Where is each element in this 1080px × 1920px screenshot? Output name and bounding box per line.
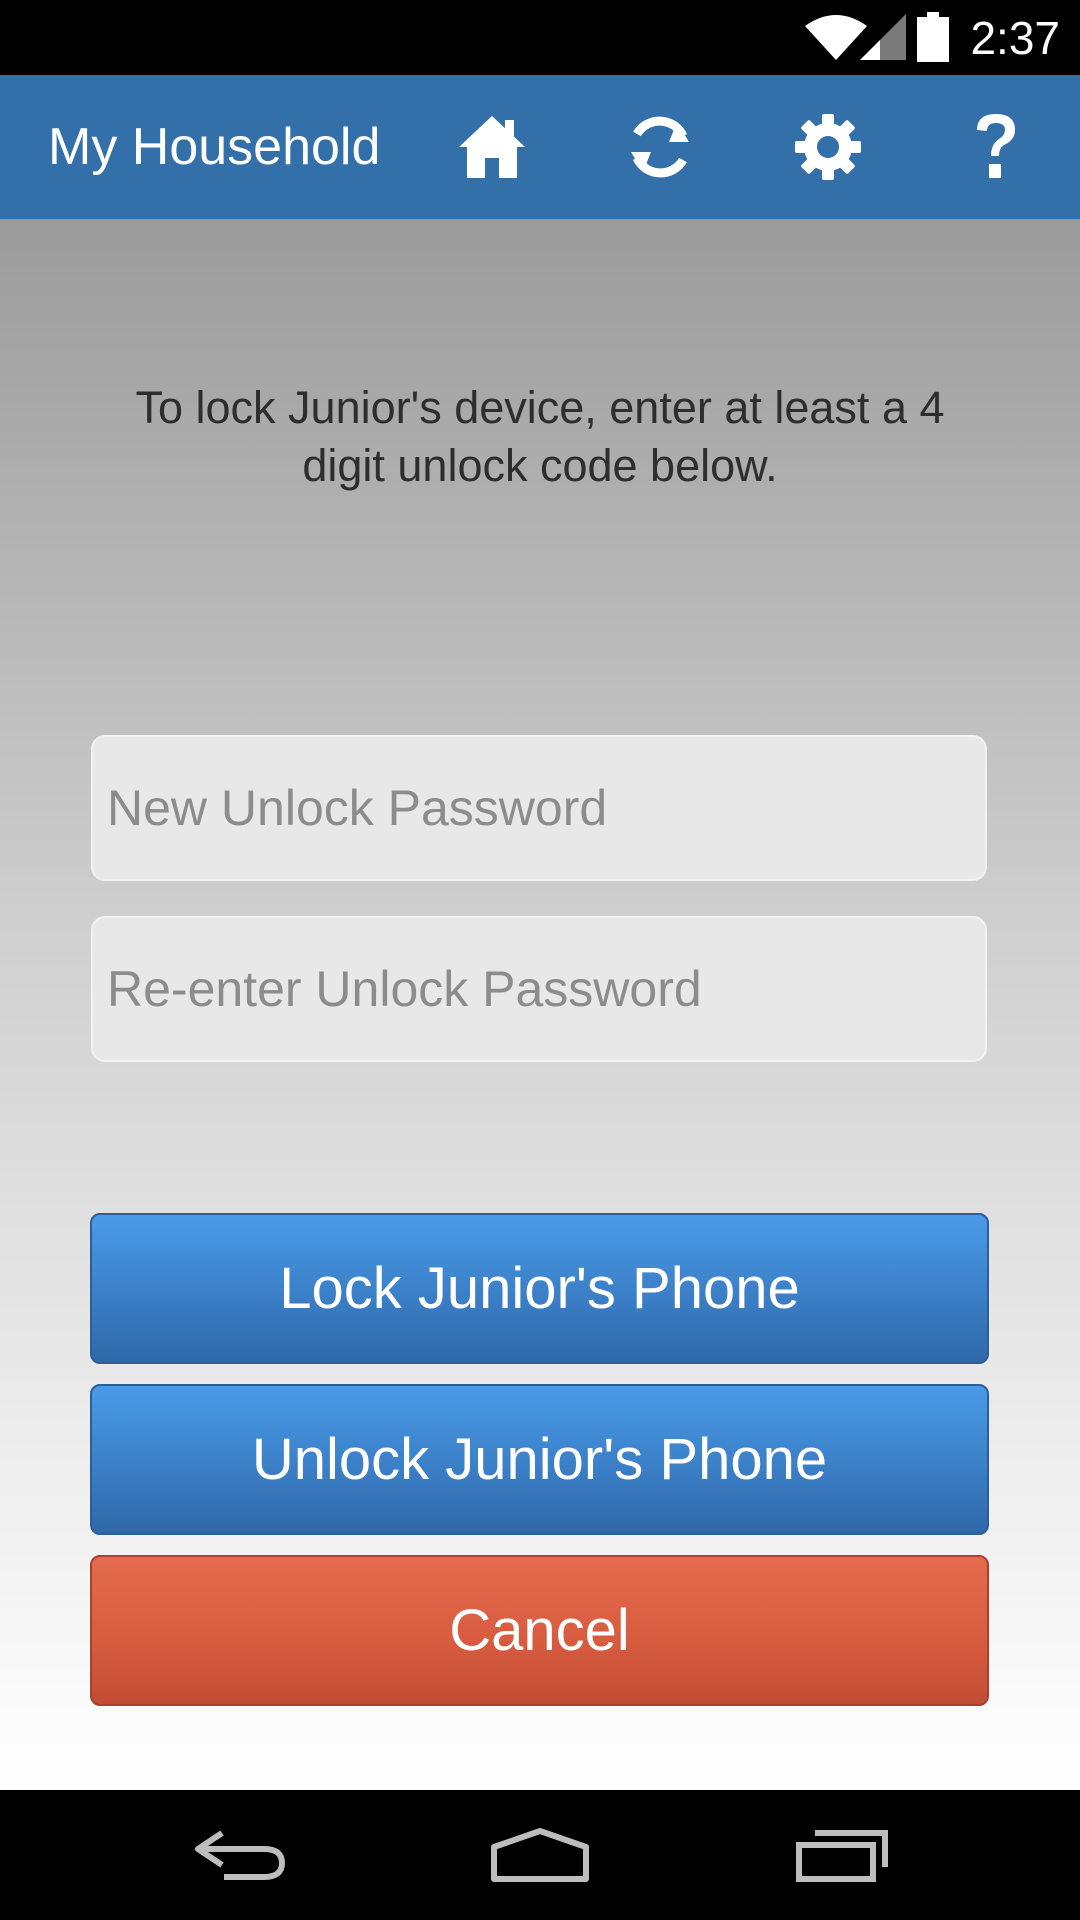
battery-icon [917,12,949,62]
back-button[interactable] [180,1815,300,1895]
recents-icon [796,1830,888,1882]
unlock-phone-label: Unlock Junior's Phone [251,1427,828,1492]
app-title: My Household [48,118,381,176]
signal-icon [860,14,906,60]
instruction-text: To lock Junior's device, enter at least … [135,382,945,491]
reenter-password-field[interactable] [91,916,987,1062]
unlock-phone-button[interactable]: Unlock Junior's Phone [90,1384,989,1535]
settings-button[interactable] [793,112,863,182]
home-icon [459,116,525,178]
lock-phone-label: Lock Junior's Phone [279,1256,800,1321]
refresh-button[interactable] [625,112,695,182]
help-icon [977,114,1015,178]
cancel-button[interactable]: Cancel [90,1555,989,1706]
lock-device-panel: To lock Junior's device, enter at least … [0,219,1080,1790]
recents-button[interactable] [783,1815,903,1895]
help-button[interactable] [961,112,1031,182]
wifi-icon [805,15,867,60]
gear-icon [795,114,861,180]
status-bar: 2:37 [0,0,1080,75]
back-icon [195,1830,286,1880]
home-nav-button[interactable] [480,1815,600,1895]
home-nav-icon [491,1828,589,1882]
system-nav-bar [0,1790,1080,1920]
new-password-field[interactable] [91,735,987,881]
lock-phone-button[interactable]: Lock Junior's Phone [90,1213,989,1364]
app-bar: My Household [0,75,1080,219]
status-time: 2:37 [970,12,1060,64]
home-button[interactable] [457,112,527,182]
refresh-icon [631,116,689,178]
cancel-label: Cancel [449,1598,630,1663]
